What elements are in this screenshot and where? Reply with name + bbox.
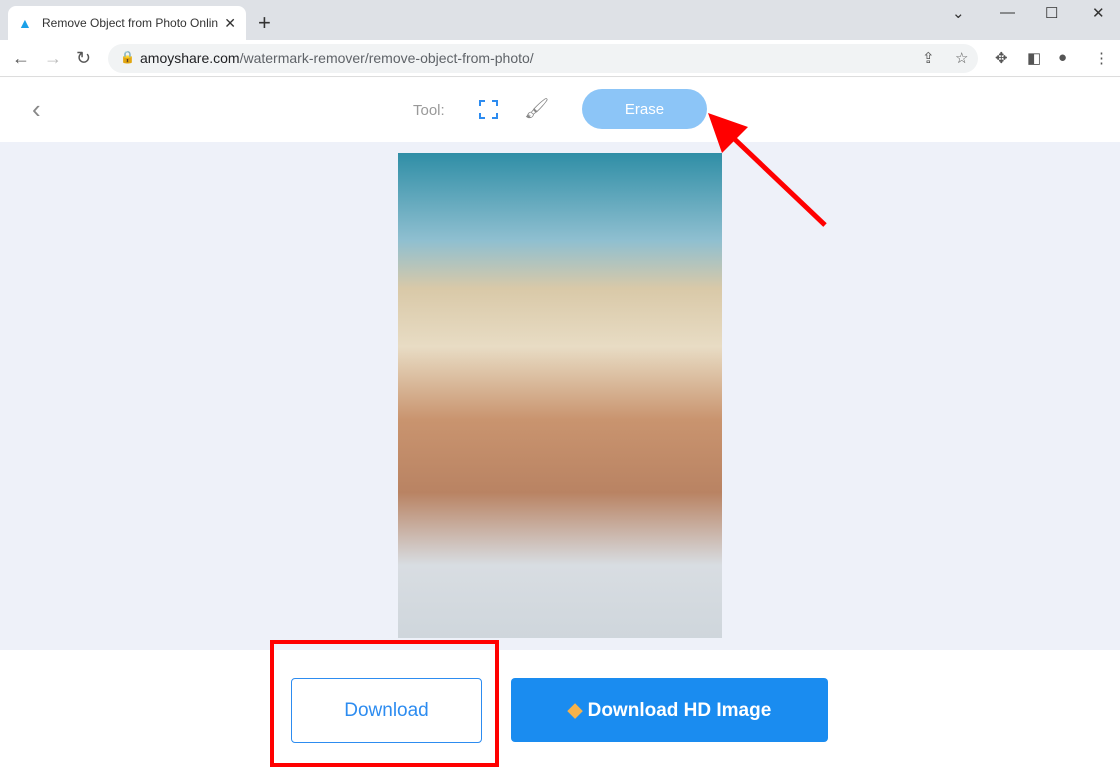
url-path: /watermark-remover/remove-object-from-ph… — [239, 50, 534, 66]
erase-button[interactable]: Erase — [582, 89, 707, 129]
tab-title: Remove Object from Photo Online — [42, 16, 219, 30]
lock-icon: 🔒 — [120, 50, 135, 64]
highlight-box — [270, 640, 499, 767]
diamond-icon: ◆ — [567, 699, 583, 721]
bookmark-star-icon[interactable]: ☆ — [955, 49, 968, 67]
maximize-button[interactable]: ☐ — [1045, 4, 1058, 22]
browser-tab[interactable]: ▲ Remove Object from Photo Online ✕ — [8, 6, 246, 40]
address-bar-row: ← → ↻ 🔒 amoyshare.com/watermark-remover/… — [0, 40, 1120, 77]
brush-tool-icon[interactable]: 🖌 — [524, 96, 549, 121]
back-arrow-icon[interactable]: ← — [12, 48, 30, 69]
tool-label: Tool: — [413, 102, 445, 119]
close-tab-icon[interactable]: ✕ — [224, 15, 236, 32]
download-hd-label: Download HD Image — [587, 699, 772, 721]
back-chevron-icon[interactable]: ‹ — [32, 94, 41, 125]
tab-search-icon[interactable]: ⌄ — [952, 4, 965, 22]
download-hd-button[interactable]: ◆ Download HD Image — [511, 678, 828, 742]
forward-arrow-icon[interactable]: → — [44, 48, 62, 69]
close-window-button[interactable]: ✕ — [1092, 4, 1105, 22]
rectangle-select-tool-icon[interactable] — [479, 100, 498, 119]
download-bar: Download ◆ Download HD Image — [0, 650, 1120, 768]
uploaded-photo[interactable] — [398, 153, 722, 638]
menu-kebab-icon[interactable]: ⋮ — [1094, 49, 1109, 67]
side-panel-icon[interactable]: ◧ — [1027, 49, 1041, 67]
red-arrow-annotation — [708, 113, 827, 227]
tab-bar: ▲ Remove Object from Photo Online ✕ + ⌄ … — [0, 0, 1120, 40]
url-domain: amoyshare.com — [140, 50, 240, 66]
extensions-icon[interactable]: ✥ — [995, 49, 1008, 67]
reload-icon[interactable]: ↻ — [76, 48, 91, 69]
share-icon[interactable]: ⇪ — [922, 49, 935, 67]
minimize-button[interactable]: — — [1000, 4, 1015, 21]
profile-avatar-icon[interactable]: ● — [1058, 49, 1067, 66]
amoyshare-logo-icon: ▲ — [18, 15, 32, 31]
url-input[interactable]: 🔒 amoyshare.com/watermark-remover/remove… — [108, 44, 978, 73]
new-tab-button[interactable]: + — [258, 10, 271, 36]
editor-toolbar: ‹ Tool: 🖌 Erase — [0, 78, 1120, 142]
image-canvas — [0, 142, 1120, 650]
